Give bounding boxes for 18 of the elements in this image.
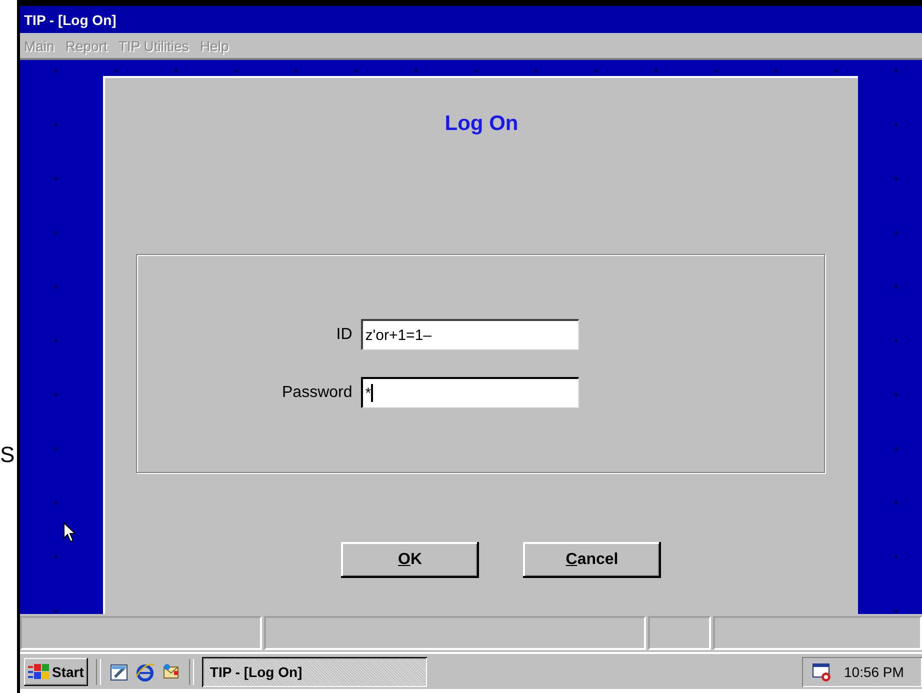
input-field[interactable]: z'or+1=1– (361, 319, 580, 350)
windows-logo-icon (28, 662, 50, 680)
dialog-title: Log On (444, 112, 520, 136)
desktop-shortcut-icon[interactable] (108, 662, 129, 682)
dialog-button[interactable]: Cancel (523, 542, 661, 578)
browser-icon[interactable] (134, 662, 155, 682)
slide-letter: S (0, 444, 15, 466)
mail-icon[interactable] (160, 662, 181, 682)
field-label: Password (282, 384, 352, 402)
field-label: ID (336, 326, 352, 344)
taskbar-button[interactable]: TIP - [Log On] (202, 656, 427, 686)
clock: 10:56 PM (844, 664, 904, 680)
start-button[interactable]: Start (24, 658, 88, 686)
dialog-button[interactable]: OK (341, 542, 479, 578)
mouse-pointer-icon (63, 522, 76, 543)
window-title: TIP - [Log On] (24, 12, 116, 28)
scheduler-icon[interactable] (812, 662, 832, 682)
input-field[interactable]: * (361, 377, 580, 408)
